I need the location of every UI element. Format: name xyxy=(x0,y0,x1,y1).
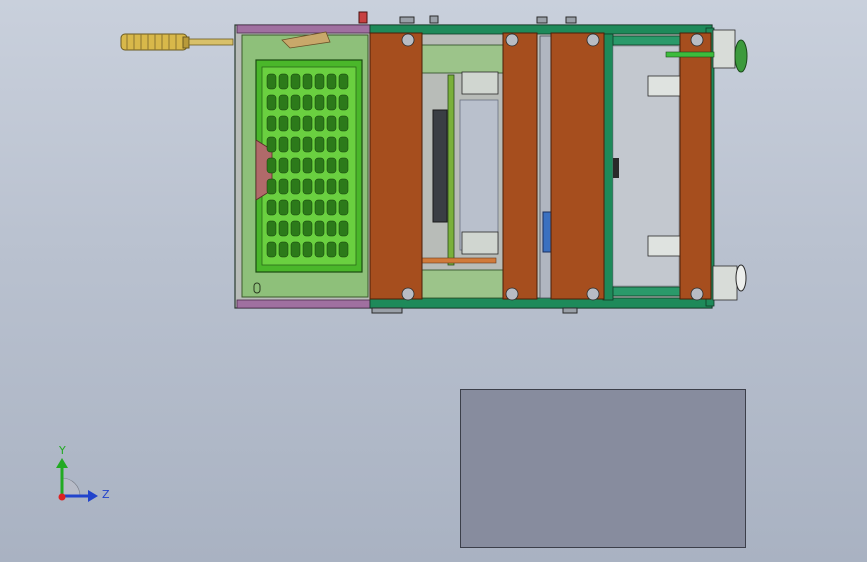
mesh-slot xyxy=(278,115,289,132)
mesh-slot xyxy=(302,73,313,90)
x-axis-dot xyxy=(58,493,66,501)
mesh-slot xyxy=(314,73,325,90)
mesh-slot xyxy=(290,199,301,216)
mesh-slot xyxy=(278,178,289,195)
bolt-head xyxy=(690,33,704,47)
mesh-slot xyxy=(314,94,325,111)
mesh-slot xyxy=(314,241,325,258)
mesh-slot xyxy=(314,136,325,153)
mesh-slot xyxy=(290,94,301,111)
mesh-slot xyxy=(278,94,289,111)
mesh-grid xyxy=(266,73,349,258)
preview-thumbnail-panel xyxy=(460,389,746,548)
coordinate-triad: Y Z xyxy=(56,444,110,502)
mesh-slot xyxy=(314,157,325,174)
mesh-slot xyxy=(290,220,301,237)
mesh-slot xyxy=(338,178,349,195)
mesh-slot xyxy=(302,115,313,132)
bolt-head xyxy=(586,33,600,47)
bolt-head xyxy=(505,33,519,47)
mesh-slot xyxy=(314,220,325,237)
mesh-slot xyxy=(290,241,301,258)
mesh-slot xyxy=(302,220,313,237)
mesh-slot xyxy=(326,220,337,237)
mesh-slot xyxy=(314,178,325,195)
mesh-slot xyxy=(302,136,313,153)
mesh-slot xyxy=(302,199,313,216)
mesh-slot xyxy=(278,157,289,174)
cad-viewport[interactable]: Y Z xyxy=(0,0,867,562)
mesh-slot xyxy=(326,73,337,90)
mesh-slot xyxy=(338,115,349,132)
bolt-head xyxy=(401,33,415,47)
mesh-slot xyxy=(338,136,349,153)
caster-wheel-bottom[interactable] xyxy=(712,264,747,301)
filter-panel[interactable] xyxy=(241,31,369,298)
mesh-slot xyxy=(266,241,277,258)
mesh-slot xyxy=(326,199,337,216)
mesh-slot xyxy=(290,136,301,153)
mesh-slot xyxy=(278,73,289,90)
mesh-slot xyxy=(338,94,349,111)
y-axis-label: Y xyxy=(58,444,66,457)
mesh-slot xyxy=(278,220,289,237)
mesh-slot xyxy=(338,157,349,174)
bolt-head xyxy=(505,287,519,301)
mesh-slot xyxy=(338,220,349,237)
mesh-slot xyxy=(302,241,313,258)
mesh-slot xyxy=(266,94,277,111)
mesh-slot xyxy=(338,241,349,258)
mesh-slot xyxy=(338,73,349,90)
mesh-slot xyxy=(326,136,337,153)
mesh-slot xyxy=(326,157,337,174)
mesh-slot xyxy=(266,157,277,174)
mesh-slot xyxy=(326,94,337,111)
mesh-slot xyxy=(266,115,277,132)
mesh-slot xyxy=(290,73,301,90)
mesh-slot xyxy=(266,73,277,90)
mesh-slot xyxy=(266,220,277,237)
mesh-slot xyxy=(326,115,337,132)
mesh-slot xyxy=(266,136,277,153)
mesh-slot xyxy=(290,157,301,174)
mesh-slot xyxy=(326,178,337,195)
z-axis-label: Z xyxy=(102,488,110,501)
mesh-slot xyxy=(266,199,277,216)
mesh-slot xyxy=(302,94,313,111)
bolt-head xyxy=(690,287,704,301)
bolt-head xyxy=(401,287,415,301)
mesh-slot xyxy=(302,178,313,195)
mesh-slot xyxy=(338,199,349,216)
mesh-slot xyxy=(278,136,289,153)
handle-rod[interactable] xyxy=(120,33,234,51)
mesh-slot xyxy=(314,115,325,132)
mesh-slot xyxy=(266,178,277,195)
mesh-slot xyxy=(314,199,325,216)
mesh-slot xyxy=(278,241,289,258)
mesh-slot xyxy=(290,178,301,195)
bolt-head xyxy=(586,287,600,301)
mesh-slot xyxy=(278,199,289,216)
mesh-slot xyxy=(326,241,337,258)
mesh-slot xyxy=(290,115,301,132)
mesh-slot xyxy=(302,157,313,174)
